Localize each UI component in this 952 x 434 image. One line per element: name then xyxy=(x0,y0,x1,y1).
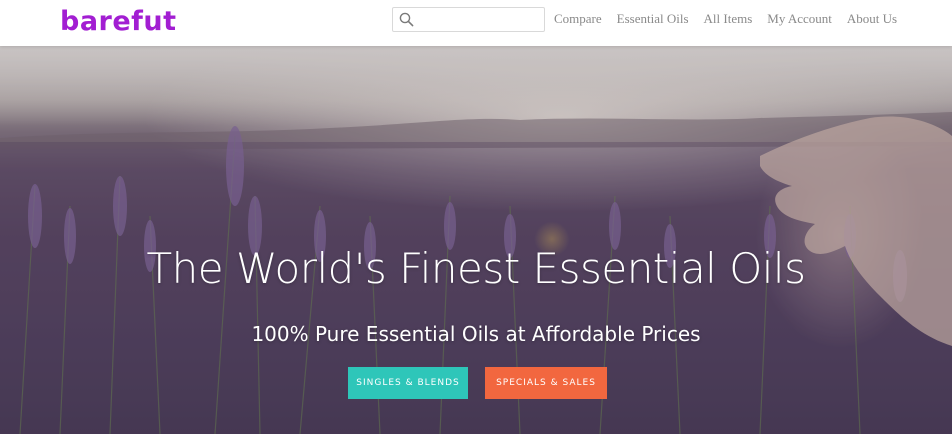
search-input[interactable] xyxy=(419,10,543,31)
nav-essential-oils[interactable]: Essential Oils xyxy=(617,11,689,27)
nav-all-items[interactable]: All Items xyxy=(704,11,753,27)
hero-overlay xyxy=(0,46,952,434)
singles-blends-button[interactable]: SINGLES & BLENDS xyxy=(348,367,468,399)
hero-banner: The World's Finest Essential Oils 100% P… xyxy=(0,46,952,434)
search-box[interactable] xyxy=(392,7,545,32)
nav-my-account[interactable]: My Account xyxy=(767,11,832,27)
brand-logo[interactable]: barefut xyxy=(60,5,177,39)
search-icon xyxy=(399,12,414,27)
main-nav: Compare Essential Oils All Items My Acco… xyxy=(554,11,912,27)
nav-about-us[interactable]: About Us xyxy=(847,11,897,27)
logo-text: barefut xyxy=(60,6,177,37)
hero-title: The World's Finest Essential Oils xyxy=(146,244,806,293)
nav-compare[interactable]: Compare xyxy=(554,11,602,27)
site-header: barefut Compare Essential Oils All Items… xyxy=(0,0,952,46)
specials-sales-button[interactable]: SPECIALS & SALES xyxy=(485,367,607,399)
hero-subtitle: 100% Pure Essential Oils at Affordable P… xyxy=(251,322,701,346)
